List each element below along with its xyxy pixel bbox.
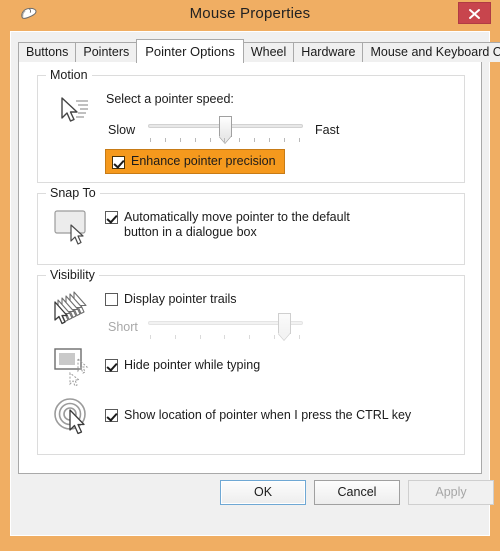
tab-hardware[interactable]: Hardware (293, 42, 364, 62)
hide-pointer-typing-row[interactable]: Hide pointer while typing (105, 358, 260, 373)
snap-to-button-icon (52, 208, 92, 246)
dialog-client-area: Buttons Pointers Pointer Options Wheel H… (10, 31, 500, 536)
trails-short-label: Short (108, 320, 138, 334)
pointer-trails-icon (52, 290, 92, 328)
pointer-trails-slider[interactable] (148, 313, 303, 341)
auto-move-pointer-row[interactable]: Automatically move pointer to the defaul… (105, 210, 374, 240)
tab-buttons[interactable]: Buttons (18, 42, 77, 62)
title-bar: Mouse Properties (0, 0, 500, 31)
window-title: Mouse Properties (189, 5, 311, 22)
display-pointer-trails-row[interactable]: Display pointer trails (105, 292, 237, 307)
tab-mouse-and-keyboard-center[interactable]: Mouse and Keyboard Center (362, 42, 500, 62)
slider-thumb[interactable] (219, 116, 232, 144)
hide-pointer-typing-checkbox[interactable] (105, 359, 118, 372)
enhance-pointer-precision-checkbox[interactable] (112, 155, 125, 169)
apply-button: Apply (408, 480, 494, 505)
close-button[interactable] (458, 2, 491, 24)
show-pointer-location-checkbox[interactable] (105, 409, 118, 422)
group-motion: Motion Select a pointer speed: Slow Fast… (37, 68, 465, 183)
pointer-speed-slider[interactable] (148, 116, 303, 144)
group-visibility: Visibility Display pointer trails Short … (37, 268, 465, 455)
dialog-button-bar: OK Cancel Apply (11, 480, 494, 520)
trails-slider-thumb[interactable] (278, 313, 291, 341)
hide-pointer-typing-label: Hide pointer while typing (124, 358, 261, 372)
speed-fast-label: Fast (315, 123, 340, 137)
tab-pointers[interactable]: Pointers (75, 42, 138, 62)
group-snap-to: Snap To Automatically move pointer to th… (37, 186, 465, 265)
speed-slow-label: Slow (108, 123, 136, 137)
cancel-button[interactable]: Cancel (314, 480, 400, 505)
tab-strip: Buttons Pointers Pointer Options Wheel H… (18, 39, 500, 63)
pointer-options-page: Motion Select a pointer speed: Slow Fast… (18, 61, 482, 474)
show-pointer-location-icon (52, 396, 92, 435)
group-motion-title: Motion (46, 68, 92, 82)
ok-button[interactable]: OK (220, 480, 306, 505)
pointer-speed-icon (52, 92, 92, 130)
hide-pointer-typing-icon (52, 346, 92, 387)
pointer-speed-ticks (150, 138, 300, 142)
auto-move-pointer-checkbox[interactable] (105, 211, 118, 224)
enhance-pointer-precision-row[interactable]: Enhance pointer precision (105, 149, 285, 174)
display-pointer-trails-checkbox[interactable] (105, 293, 118, 306)
display-pointer-trails-label: Display pointer trails (124, 292, 237, 306)
show-pointer-location-label: Show location of pointer when I press th… (124, 408, 412, 422)
pointer-trails-ticks (150, 335, 300, 339)
tab-wheel[interactable]: Wheel (242, 42, 295, 62)
enhance-pointer-precision-label: Enhance pointer precision (131, 154, 276, 168)
mouse-properties-window: Mouse Properties Buttons Pointers Pointe… (0, 0, 500, 551)
pointer-speed-label: Select a pointer speed: (106, 92, 234, 106)
tab-pointer-options[interactable]: Pointer Options (136, 39, 244, 63)
show-pointer-location-row[interactable]: Show location of pointer when I press th… (105, 408, 411, 423)
auto-move-pointer-label: Automatically move pointer to the defaul… (124, 210, 350, 239)
group-visibility-title: Visibility (46, 268, 99, 282)
group-snap-to-title: Snap To (46, 186, 100, 200)
